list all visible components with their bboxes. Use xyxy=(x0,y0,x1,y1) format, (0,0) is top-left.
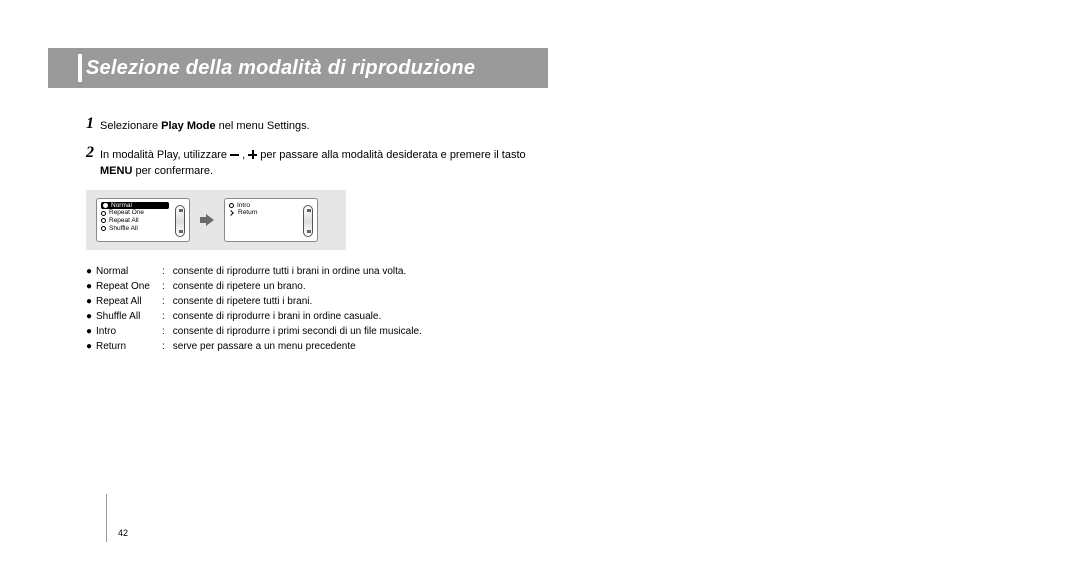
menu-label: Repeat All xyxy=(109,217,139,225)
menu-label: Intro xyxy=(237,202,250,210)
radio-icon xyxy=(101,226,106,231)
text: In modalità Play, utilizzare xyxy=(100,149,230,161)
section-header: Selezione della modalità di riproduzione xyxy=(48,48,548,88)
glossary-sep: : xyxy=(162,309,169,324)
glossary-sep: : xyxy=(162,294,169,309)
caret-icon xyxy=(228,210,234,216)
text: nel menu Settings. xyxy=(216,120,310,132)
glossary-row: ● Intro: consente di riprodurre i primi se… xyxy=(86,324,548,339)
radio-icon xyxy=(101,211,106,216)
jog-dial-icon xyxy=(175,205,185,237)
glossary-desc: serve per passare a un menu precedente xyxy=(173,339,548,354)
glossary-desc: consente di riprodurre i brani in ordine… xyxy=(173,309,548,324)
glossary-term: Intro xyxy=(96,324,158,339)
page-gutter-line xyxy=(106,494,107,542)
radio-icon xyxy=(101,218,106,223)
device-screen: Normal Repeat One Repeat All Shuffle All xyxy=(101,202,169,238)
bullet-icon: ● xyxy=(86,294,92,309)
text: Selezionare xyxy=(100,120,161,132)
bullet-icon: ● xyxy=(86,264,92,279)
menu-item: Repeat All xyxy=(101,217,169,225)
glossary-row: ● Normal: consente di riprodurre tutti i b… xyxy=(86,264,548,279)
text-bold: Play Mode xyxy=(161,120,215,132)
jog-dial-icon xyxy=(303,205,313,237)
text: , xyxy=(239,149,248,161)
content-block: 1 Selezionare Play Mode nel menu Setting… xyxy=(48,116,548,354)
glossary-sep: : xyxy=(162,279,169,294)
bullet-icon: ● xyxy=(86,339,92,354)
device-left: Normal Repeat One Repeat All Shuffle All xyxy=(96,198,190,242)
device-illustration: Normal Repeat One Repeat All Shuffle All… xyxy=(86,190,346,250)
radio-icon xyxy=(103,203,108,208)
glossary-term: Normal xyxy=(96,264,158,279)
step-number: 2 xyxy=(86,145,94,180)
glossary-desc: consente di ripetere tutti i brani. xyxy=(173,294,548,309)
glossary-desc: consente di ripetere un brano. xyxy=(173,279,548,294)
arrow-right-icon xyxy=(200,214,214,226)
bullet-icon: ● xyxy=(86,324,92,339)
bullet-icon: ● xyxy=(86,309,92,324)
glossary-sep: : xyxy=(162,264,169,279)
plus-icon xyxy=(248,150,257,159)
glossary-term: Repeat All xyxy=(96,294,158,309)
menu-item: Repeat One xyxy=(101,209,169,217)
page-number: 42 xyxy=(118,528,128,538)
glossary-sep: : xyxy=(162,339,169,354)
step-number: 1 xyxy=(86,116,94,135)
device-right: Intro Return xyxy=(224,198,318,242)
glossary-sep: : xyxy=(162,324,169,339)
text-bold: MENU xyxy=(100,165,132,177)
menu-label: Normal xyxy=(111,202,132,210)
glossary-row: ● Repeat All: consente di ripetere tutti i… xyxy=(86,294,548,309)
glossary-row: ● Shuffle All: consente di riprodurre i br… xyxy=(86,309,548,324)
step-1: 1 Selezionare Play Mode nel menu Setting… xyxy=(86,116,548,135)
glossary-list: ● Normal: consente di riprodurre tutti i b… xyxy=(86,264,548,354)
step-2: 2 In modalità Play, utilizzare , per pas… xyxy=(86,145,548,180)
menu-item: Intro xyxy=(229,202,297,210)
device-screen: Intro Return xyxy=(229,202,297,238)
glossary-term: Repeat One xyxy=(96,279,158,294)
minus-icon xyxy=(230,154,239,156)
manual-page: Selezione della modalità di riproduzione… xyxy=(48,48,548,538)
glossary-term: Return xyxy=(96,339,158,354)
step-text: Selezionare Play Mode nel menu Settings. xyxy=(100,116,548,135)
bullet-icon: ● xyxy=(86,279,92,294)
text: per passare alla modalità desiderata e p… xyxy=(257,149,525,161)
text: per confermare. xyxy=(132,165,213,177)
glossary-row: ● Repeat One: consente di ripetere un bran… xyxy=(86,279,548,294)
menu-label: Repeat One xyxy=(109,209,144,217)
glossary-term: Shuffle All xyxy=(96,309,158,324)
menu-item-selected: Normal xyxy=(101,202,169,210)
glossary-desc: consente di riprodurre i primi secondi d… xyxy=(173,324,548,339)
glossary-desc: consente di riprodurre tutti i brani in … xyxy=(173,264,548,279)
step-text: In modalità Play, utilizzare , per passa… xyxy=(100,145,548,180)
menu-label: Shuffle All xyxy=(109,225,138,233)
radio-icon xyxy=(229,203,234,208)
glossary-row: ● Return: serve per passare a un menu prec… xyxy=(86,339,548,354)
section-title: Selezione della modalità di riproduzione xyxy=(86,57,475,80)
menu-item: Return xyxy=(229,209,297,217)
menu-item: Shuffle All xyxy=(101,225,169,233)
menu-label: Return xyxy=(238,209,258,217)
